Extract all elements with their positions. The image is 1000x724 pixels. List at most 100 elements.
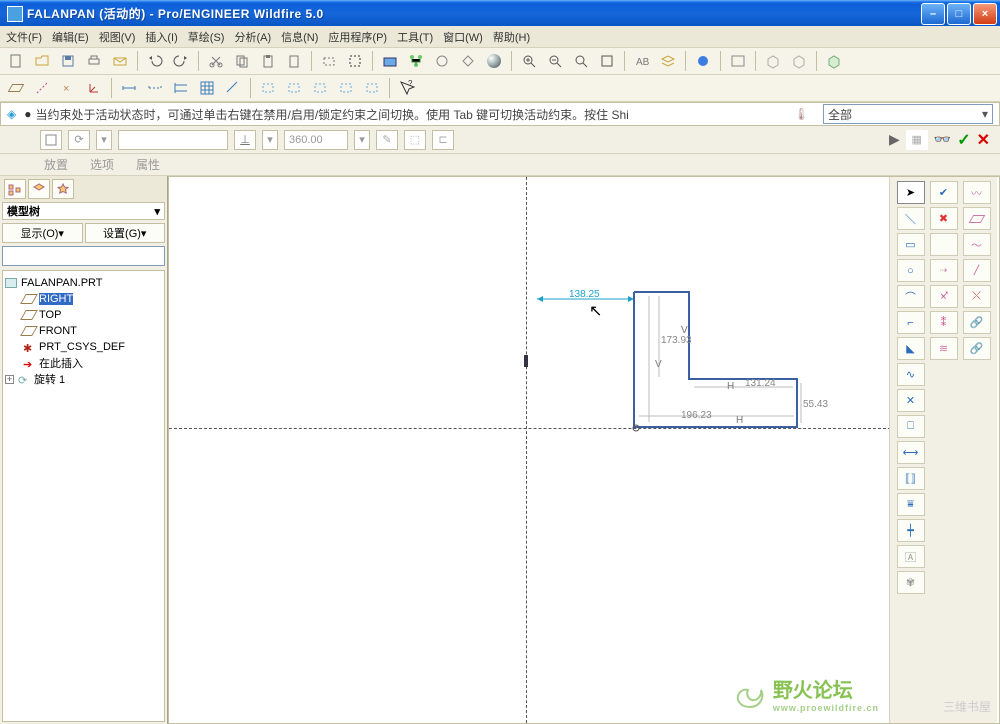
chamfer-tool-icon[interactable]: ◣ (897, 337, 925, 360)
point-icon[interactable]: ×̽ (930, 285, 958, 308)
regen-icon[interactable] (317, 50, 341, 72)
dim-baseline-icon[interactable] (169, 77, 193, 99)
dim-d2[interactable]: 173.93 (661, 335, 692, 346)
sec-dash2-icon[interactable] (282, 77, 306, 99)
paste-icon[interactable] (256, 50, 280, 72)
new-icon[interactable] (4, 50, 28, 72)
repaint-icon[interactable] (595, 50, 619, 72)
zoom-fit-icon[interactable] (569, 50, 593, 72)
select-box-icon[interactable] (343, 50, 367, 72)
csys-tool-icon[interactable]: ⤬ (963, 285, 991, 308)
dim-grid-icon[interactable] (195, 77, 219, 99)
menu-tools[interactable]: 工具(T) (397, 29, 433, 45)
menu-file[interactable]: 文件(F) (6, 29, 42, 45)
tab-place[interactable]: 放置 (44, 156, 68, 173)
paste-special-icon[interactable] (282, 50, 306, 72)
viewport[interactable]: 138.25 173.93 V V H 131.24 55.43 196.23 … (168, 176, 1000, 724)
orient-icon[interactable] (430, 50, 454, 72)
axis-tool-icon[interactable]: ╱ (963, 259, 991, 282)
dim-d4[interactable]: 55.43 (803, 399, 828, 410)
layer-icon[interactable] (656, 50, 680, 72)
sec-dash5-icon[interactable] (360, 77, 384, 99)
menu-sketch[interactable]: 草绘(S) (188, 29, 225, 45)
dim-scale-icon[interactable] (221, 77, 245, 99)
layers-icon[interactable] (378, 50, 402, 72)
tree-icon[interactable] (404, 50, 428, 72)
dim-d1[interactable]: 138.25 (569, 289, 600, 300)
shade-icon[interactable] (482, 50, 506, 72)
sec-dash-icon[interactable] (256, 77, 280, 99)
tree-tab-model[interactable] (4, 179, 26, 199)
line-tool-icon[interactable]: ＼ (897, 207, 925, 230)
tree-settings-button[interactable]: 设置(G) ▾ (85, 223, 166, 243)
winlist-icon[interactable] (726, 50, 750, 72)
save-icon[interactable] (56, 50, 80, 72)
dbl-break-icon[interactable]: ≋ (930, 337, 958, 360)
tree-revolve[interactable]: +⟳旋转 1 (5, 371, 162, 387)
cancel-tool-icon[interactable]: ✖ (930, 207, 958, 230)
redo-icon[interactable] (169, 50, 193, 72)
menu-help[interactable]: 帮助(H) (493, 29, 530, 45)
remove-icon[interactable]: ⬚ (404, 130, 426, 150)
tree-tab-layer[interactable] (28, 179, 50, 199)
zoom-in-icon[interactable] (517, 50, 541, 72)
cube1-icon[interactable] (761, 50, 785, 72)
link-icon[interactable]: 🔗 (963, 311, 991, 334)
palette-tool-icon[interactable]: ✾ (897, 571, 925, 594)
selection-filter[interactable]: 全部 ▾ (823, 104, 993, 124)
cube3-icon[interactable] (822, 50, 846, 72)
menu-view[interactable]: 视图(V) (99, 29, 136, 45)
resume-icon[interactable]: ▶ (889, 131, 900, 148)
axis-icon[interactable]: ⊥ (234, 130, 256, 150)
datum-point-icon[interactable]: × (56, 77, 80, 99)
cancel-button[interactable]: ✕ (977, 130, 990, 150)
annot-icon[interactable]: AB (630, 50, 654, 72)
arc-tool-icon[interactable]: ⌒ (897, 285, 925, 308)
pause-icon[interactable]: ▦ (906, 130, 928, 150)
model-tree[interactable]: FALANPAN.PRT RIGHT TOP FRONT ✱PRT_CSYS_D… (2, 270, 165, 722)
glasses-icon[interactable]: 👓 (934, 131, 951, 148)
dim-ref-icon[interactable] (143, 77, 167, 99)
section-drop-icon[interactable]: ▾ (96, 130, 112, 150)
tree-tab-fav[interactable] (52, 179, 74, 199)
tree-csys[interactable]: ✱PRT_CSYS_DEF (5, 339, 162, 355)
offset-icon[interactable]: ⇢ (930, 259, 958, 282)
dim-normal-icon[interactable] (117, 77, 141, 99)
tree-front[interactable]: FRONT (5, 323, 162, 339)
angle-drop[interactable]: ▾ (354, 130, 370, 150)
close-button[interactable]: × (973, 3, 997, 25)
copy-icon[interactable] (230, 50, 254, 72)
datum-axis-icon[interactable] (30, 77, 54, 99)
ref-axis-icon[interactable]: ⁑ (930, 311, 958, 334)
tree-header-menu-icon[interactable]: ▾ (154, 205, 160, 218)
modify-tool-icon[interactable]: ⟦⟧ (897, 467, 925, 490)
tree-root[interactable]: FALANPAN.PRT (5, 275, 162, 291)
tree-filter-dropdown[interactable] (2, 246, 165, 266)
circle-tool-icon[interactable]: ○ (897, 259, 925, 282)
sec-dash4-icon[interactable] (334, 77, 358, 99)
tree-insert-here[interactable]: ➔在此插入 (5, 355, 162, 371)
spline-tool-icon[interactable]: ∿ (897, 363, 925, 386)
tab-props[interactable]: 属性 (136, 156, 160, 173)
fillet-tool-icon[interactable]: ⌐ (897, 311, 925, 334)
menu-insert[interactable]: 插入(I) (145, 29, 177, 45)
rect-tool-icon[interactable]: ▭ (897, 233, 925, 256)
cube2-icon[interactable] (787, 50, 811, 72)
text-tool-icon[interactable]: 🄰 (897, 545, 925, 568)
cut-icon[interactable] (204, 50, 228, 72)
whatsthis-icon[interactable]: ? (395, 77, 419, 99)
minimize-button[interactable]: – (921, 3, 945, 25)
sketch-area[interactable]: 138.25 173.93 V V H 131.24 55.43 196.23 … (169, 177, 891, 723)
ok-button[interactable]: ✓ (957, 130, 970, 150)
tab-options[interactable]: 选项 (90, 156, 114, 173)
menu-apps[interactable]: 应用程序(P) (328, 29, 387, 45)
useedge-tool-icon[interactable]: ⎕ (897, 415, 925, 438)
plane-tool-icon[interactable] (963, 207, 991, 230)
check-tool-icon[interactable]: ✔ (930, 181, 958, 204)
mail-icon[interactable] (108, 50, 132, 72)
maximize-button[interactable]: □ (947, 3, 971, 25)
sec-dash3-icon[interactable] (308, 77, 332, 99)
datum-csys-icon[interactable] (82, 77, 106, 99)
link2-icon[interactable]: 🔗 (963, 337, 991, 360)
open-icon[interactable] (30, 50, 54, 72)
